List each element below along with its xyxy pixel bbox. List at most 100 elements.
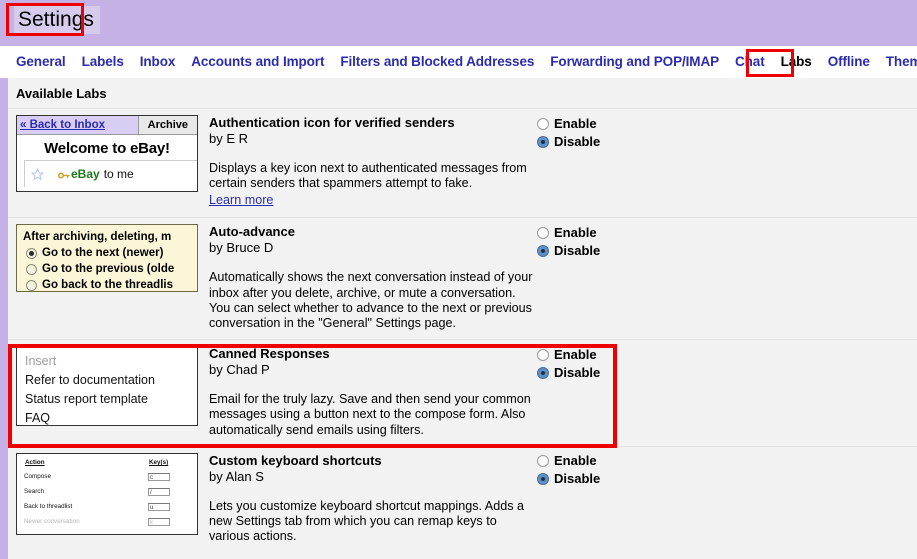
disable-option[interactable]: Disable [537, 133, 600, 150]
enable-label: Enable [554, 453, 597, 469]
enable-option[interactable]: Enable [537, 224, 600, 241]
table-row: Search / [24, 484, 190, 499]
lab-info: Authentication icon for verified senders… [203, 115, 533, 209]
settings-tabs: General Labels Inbox Accounts and Import Fil… [8, 46, 917, 78]
tab-labs[interactable]: Labs [773, 46, 820, 78]
auto-advance-option-label: Go back to the threadlis [42, 279, 173, 292]
shortcut-key-input[interactable]: k [148, 517, 170, 526]
lab-toggle: Enable Disable [533, 115, 600, 209]
page-header: Settings [0, 0, 917, 46]
enable-option[interactable]: Enable [537, 115, 600, 132]
preview-canned-responses-thumbnail: Insert Refer to documentation Status rep… [16, 346, 198, 428]
disable-option[interactable]: Disable [537, 471, 600, 488]
disable-option[interactable]: Disable [537, 364, 600, 381]
preview-cell: « Back to Inbox Archive Welcome to eBay!… [8, 115, 203, 209]
tab-accounts-and-import[interactable]: Accounts and Import [183, 46, 332, 78]
tab-labels[interactable]: Labels [74, 46, 132, 78]
enable-radio[interactable] [537, 226, 549, 239]
shortcut-action-label: Newer conversation [24, 518, 80, 526]
disable-radio[interactable] [537, 473, 549, 486]
preview-cell: After archiving, deleting, m Go to the n… [8, 224, 203, 331]
left-rail [0, 78, 8, 559]
learn-more-link[interactable]: Learn more [209, 193, 273, 208]
canned-insert-label: Insert [25, 354, 57, 369]
enable-radio[interactable] [537, 348, 549, 361]
preview-cell: Insert Refer to documentation Status rep… [8, 346, 203, 438]
ebay-recipient: to me [103, 167, 134, 181]
lab-description: Displays a key icon next to authenticate… [209, 161, 527, 191]
page-title: Settings [14, 6, 100, 34]
tab-inbox[interactable]: Inbox [132, 46, 184, 78]
disable-radio[interactable] [537, 366, 549, 379]
lab-description: Email for the truly lazy. Save and then … [209, 392, 531, 437]
shortcut-action-label: Back to threadlist [24, 503, 73, 511]
ebay-toolbar: « Back to Inbox Archive [17, 116, 197, 135]
star-icon[interactable] [30, 167, 45, 181]
lab-description: Automatically shows the next conversatio… [209, 270, 533, 331]
auto-advance-radio[interactable] [26, 264, 37, 276]
canned-item[interactable]: FAQ [25, 409, 197, 428]
auto-advance-radio[interactable] [26, 248, 37, 260]
labs-content: Available Labs « Back to Inbox Archive W… [8, 78, 917, 559]
lab-row-custom-keyboard-shortcuts: Action Key(s) Compose c Search / Back to thr… [8, 445, 917, 553]
lab-author: by Chad P [209, 362, 270, 378]
tab-forwarding-and-pop-imap[interactable]: Forwarding and POP/IMAP [542, 46, 727, 78]
settings-tabs-bar: General Labels Inbox Accounts and Import Fil… [0, 46, 917, 79]
lab-info: Auto-advance by Bruce D Automatically sh… [203, 224, 533, 331]
disable-radio[interactable] [537, 244, 549, 257]
tab-general[interactable]: General [8, 46, 74, 78]
auto-advance-heading: After archiving, deleting, m [23, 231, 172, 244]
shortcut-key-input[interactable]: c [148, 472, 170, 481]
table-row: Newer conversation k [24, 514, 190, 529]
ebay-message-row: eBay to me [24, 160, 197, 187]
auto-advance-option-label: Go to the next (newer) [42, 247, 164, 260]
ebay-sender-name: eBay [71, 167, 100, 181]
disable-label: Disable [554, 364, 601, 380]
table-row: Back to threadlist u [24, 499, 190, 514]
back-to-inbox-link[interactable]: « Back to Inbox [17, 119, 105, 131]
key-icon [58, 169, 70, 180]
table-header-row: Action Key(s) [24, 458, 190, 469]
disable-radio[interactable] [537, 135, 549, 148]
table-row: Compose c [24, 469, 190, 484]
enable-option[interactable]: Enable [537, 346, 600, 363]
available-labs-heading: Available Labs [16, 86, 107, 101]
shortcut-key-cell: u [148, 499, 190, 514]
disable-label: Disable [554, 242, 601, 258]
lab-row-auto-advance: After archiving, deleting, m Go to the n… [8, 217, 917, 339]
tab-offline[interactable]: Offline [820, 46, 878, 78]
keyboard-shortcuts-table: Action Key(s) Compose c Search / Back to thr… [24, 458, 190, 529]
canned-item[interactable]: Refer to documentation [25, 371, 197, 390]
lab-title: Authentication icon for verified senders [209, 115, 455, 130]
enable-option[interactable]: Enable [537, 453, 600, 470]
auto-advance-option-label: Go to the previous (olde [42, 263, 175, 276]
shortcut-key-input[interactable]: / [148, 487, 170, 496]
tab-filters-and-blocked-addresses[interactable]: Filters and Blocked Addresses [332, 46, 542, 78]
lab-title: Custom keyboard shortcuts [209, 452, 382, 468]
column-header-keys: Key(s) [149, 458, 169, 466]
lab-description: Lets you customize keyboard shortcut map… [209, 498, 525, 544]
auto-advance-option[interactable]: Go back to the threadlis [23, 278, 197, 293]
tab-chat[interactable]: Chat [727, 46, 773, 78]
lab-info: Custom keyboard shortcuts by Alan S Lets… [203, 453, 533, 545]
archive-button[interactable]: Archive [137, 116, 197, 134]
lab-info: Canned Responses by Chad P Email for the… [203, 346, 533, 438]
preview-auto-advance-thumbnail: After archiving, deleting, m Go to the n… [16, 224, 198, 293]
preview-ebay-thumbnail: « Back to Inbox Archive Welcome to eBay!… [16, 115, 198, 192]
disable-label: Disable [554, 133, 601, 149]
lab-row-canned-responses: Insert Refer to documentation Status rep… [8, 339, 917, 446]
auto-advance-option[interactable]: Go to the previous (olde [23, 262, 197, 277]
ebay-welcome-heading: Welcome to eBay! [44, 140, 170, 157]
tab-themes[interactable]: Themes [878, 46, 917, 78]
enable-radio[interactable] [537, 455, 549, 468]
lab-title: Canned Responses [209, 346, 330, 362]
auto-advance-option[interactable]: Go to the next (newer) [23, 246, 197, 261]
canned-item[interactable]: Status report template [25, 390, 197, 409]
shortcut-key-input[interactable]: u [148, 502, 170, 511]
enable-radio[interactable] [537, 117, 549, 130]
preview-cell: Action Key(s) Compose c Search / Back to thr… [8, 452, 203, 545]
lab-toggle: Enable Disable [533, 346, 600, 438]
auto-advance-radio[interactable] [26, 280, 37, 292]
disable-option[interactable]: Disable [537, 242, 600, 259]
lab-author: by Bruce D [209, 240, 274, 256]
